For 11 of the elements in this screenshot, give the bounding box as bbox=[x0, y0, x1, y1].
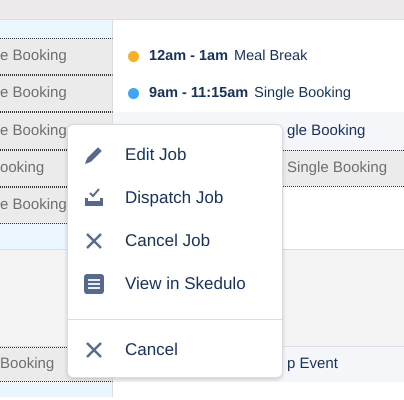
event-title: gle Booking bbox=[287, 120, 366, 141]
menu-item-label: Dispatch Job bbox=[125, 186, 224, 209]
event-title: Meal Break bbox=[234, 46, 308, 66]
event-time: 12am - 1am bbox=[149, 46, 228, 66]
event-title: p Event bbox=[287, 354, 338, 374]
menu-item-label: Cancel Job bbox=[125, 230, 210, 252]
menu-item-label: Cancel bbox=[125, 338, 178, 361]
event-title: Single Booking bbox=[254, 84, 351, 103]
event-title: Single Booking bbox=[287, 158, 388, 178]
menu-item-label: View in Skedulo bbox=[125, 272, 246, 295]
event-time: 9am - 11:15am bbox=[149, 84, 248, 103]
